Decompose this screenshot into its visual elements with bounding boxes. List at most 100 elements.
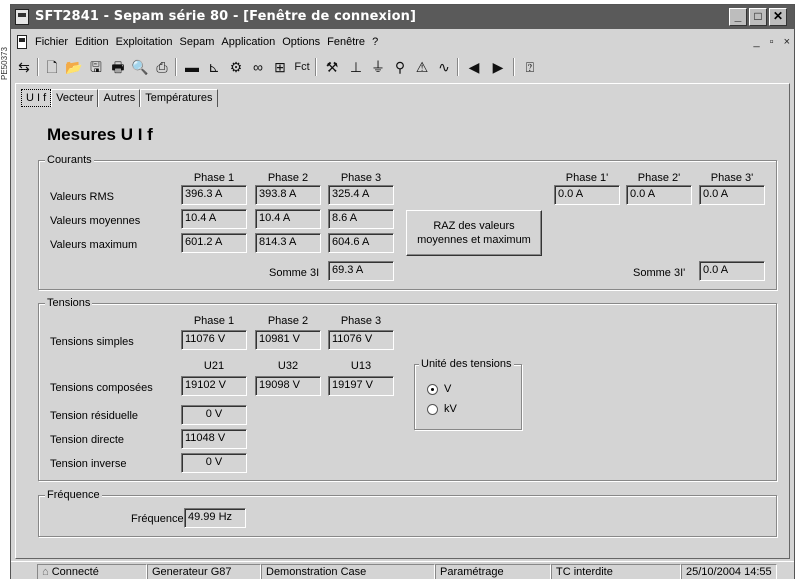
app-window: SFT2841 - Sepam série 80 - [Fenêtre de c… (10, 4, 795, 579)
rms-phase-2-prime-value: 0.0 A (626, 185, 692, 205)
tool-icon[interactable]: ⚒ (321, 57, 343, 77)
maximum-phase-2-value: 814.3 A (255, 233, 321, 253)
waveform-icon[interactable]: ∿ (433, 57, 455, 77)
display-icon[interactable]: ▬ (181, 57, 203, 77)
tensions-simples-label: Tensions simples (50, 336, 134, 348)
close-button[interactable]: ✕ (769, 8, 787, 26)
menu-application[interactable]: Application (221, 36, 275, 48)
rms-label: Valeurs RMS (50, 191, 114, 203)
connect-icon[interactable]: ⇆ (13, 57, 35, 77)
minimize-button[interactable]: _ (729, 8, 747, 26)
courants-header-phase-1-prime: Phase 1' (565, 172, 609, 184)
status-bar: ⌂ Connecté Generateur G87 Demonstration … (11, 561, 794, 579)
mdi-restore-button[interactable]: ▫ (770, 36, 774, 48)
frequence-label: Fréquence (131, 513, 184, 525)
status-generator: Generateur G87 (147, 564, 261, 579)
arrow-left-icon[interactable]: ◀ (463, 57, 485, 77)
menu-exploitation[interactable]: Exploitation (116, 36, 173, 48)
tension-composee-u21-value: 19102 V (181, 376, 247, 396)
settings-icon[interactable]: ⚙ (225, 57, 247, 77)
menu-sepam[interactable]: Sepam (180, 36, 215, 48)
title-bar[interactable]: SFT2841 - Sepam série 80 - [Fenêtre de c… (11, 5, 794, 29)
maximum-phase-3-value: 604.6 A (328, 233, 394, 253)
unit-radio-group: Unité des tensions V kV (414, 358, 522, 430)
link-icon[interactable]: ∞ (247, 57, 269, 77)
tension-composee-u13-value: 19197 V (328, 376, 394, 396)
tensions-header-u13: U13 (350, 360, 372, 372)
document-icon[interactable] (17, 35, 27, 49)
status-connection: ⌂ Connecté (37, 564, 147, 579)
unit-group-title: Unité des tensions (419, 358, 514, 370)
menu-bar: Fichier Edition Exploitation Sepam Appli… (11, 33, 794, 53)
tension-composee-u32-value: 19098 V (255, 376, 321, 396)
menu-fenetre[interactable]: Fenêtre (327, 36, 365, 48)
moyennes-phase-2-value: 10.4 A (255, 209, 321, 229)
network-icon[interactable]: ⏚ (367, 57, 389, 77)
radio-kv-icon[interactable] (427, 403, 438, 415)
tab-temperatures[interactable]: Températures (140, 89, 218, 107)
tension-directe-label: Tension directe (50, 434, 124, 446)
raz-button[interactable]: RAZ des valeurs moyennes et maximum (406, 210, 542, 256)
tensions-header-phase-2: Phase 2 (267, 315, 309, 327)
maximum-phase-1-value: 601.2 A (181, 233, 247, 253)
arrow-right-icon[interactable]: ▶ (487, 57, 509, 77)
print-icon[interactable]: 🖶 (107, 57, 129, 77)
new-file-icon[interactable]: 🗋 (41, 57, 63, 77)
module-icon[interactable]: ⊞ (269, 57, 291, 77)
moyennes-label: Valeurs moyennes (50, 215, 141, 227)
print-setup-icon[interactable]: ⎙ (151, 57, 173, 77)
app-icon[interactable] (15, 9, 29, 25)
fct-button[interactable]: Fct (291, 57, 313, 77)
mdi-minimize-button[interactable]: _ (754, 36, 760, 48)
page-title: Mesures U I f (47, 125, 153, 144)
rms-phase-1-value: 396.3 A (181, 185, 247, 205)
mdi-close-button[interactable]: × (784, 36, 790, 48)
toolbar-separator (315, 58, 317, 76)
courants-header-phase-2-prime: Phase 2' (637, 172, 681, 184)
courants-header-phase-3-prime: Phase 3' (710, 172, 754, 184)
open-file-icon[interactable]: 📂 (63, 57, 85, 77)
toolbar-separator (37, 58, 39, 76)
unit-option-v-label: V (444, 383, 452, 395)
menu-edition[interactable]: Edition (75, 36, 109, 48)
status-tc: TC interdite (551, 564, 681, 579)
tab-autres[interactable]: Autres (98, 89, 141, 107)
tab-strip: U I f Vecteur Autres Températures (21, 89, 218, 107)
print-preview-icon[interactable]: 🔍 (129, 57, 151, 77)
rms-phase-2-value: 393.8 A (255, 185, 321, 205)
probe-icon[interactable]: ⚲ (389, 57, 411, 77)
tab-vecteur[interactable]: Vecteur (51, 89, 99, 107)
menu-fichier[interactable]: Fichier (35, 36, 68, 48)
tension-residuelle-label: Tension résiduelle (50, 410, 139, 422)
frequence-value: 49.99 Hz (184, 508, 246, 528)
radio-v-icon[interactable] (427, 383, 438, 395)
maximize-button[interactable]: □ (749, 8, 767, 26)
tensions-composees-label: Tensions composées (50, 382, 153, 394)
help-icon[interactable]: ⍰ (519, 57, 541, 77)
status-mode: Paramétrage (435, 564, 551, 579)
rms-phase-3-prime-value: 0.0 A (699, 185, 765, 205)
tension-inverse-label: Tension inverse (50, 458, 127, 470)
save-icon[interactable]: 🖫 (85, 57, 107, 77)
curve-icon[interactable]: ⊾ (203, 57, 225, 77)
unit-option-kv[interactable]: kV (427, 403, 457, 415)
unit-option-kv-label: kV (444, 403, 457, 415)
status-datetime: 25/10/2004 14:55 (681, 564, 777, 579)
maximum-label: Valeurs maximum (50, 239, 138, 251)
rms-phase-3-value: 325.4 A (328, 185, 394, 205)
moyennes-phase-3-value: 8.6 A (328, 209, 394, 229)
status-connection-text: Connecté (51, 566, 99, 578)
antenna-icon[interactable]: ⊥ (345, 57, 367, 77)
toolbar: ⇆ 🗋 📂 🖫 🖶 🔍 ⎙ ▬ ⊾ ⚙ ∞ ⊞ Fct ⚒ ⊥ ⏚ ⚲ ⚠ ∿ … (11, 55, 794, 79)
toolbar-separator (175, 58, 177, 76)
tab-uif[interactable]: U I f (21, 89, 52, 107)
unit-option-v[interactable]: V (427, 383, 451, 395)
status-case: Demonstration Case (261, 564, 435, 579)
window-title: SFT2841 - Sepam série 80 - [Fenêtre de c… (35, 9, 417, 24)
tension-simple-phase-1-value: 11076 V (181, 330, 247, 350)
tension-directe-value: 11048 V (181, 429, 247, 449)
menu-options[interactable]: Options (282, 36, 320, 48)
menu-help[interactable]: ? (372, 36, 378, 48)
courants-header-phase-2: Phase 2 (267, 172, 309, 184)
warning-icon[interactable]: ⚠ (411, 57, 433, 77)
